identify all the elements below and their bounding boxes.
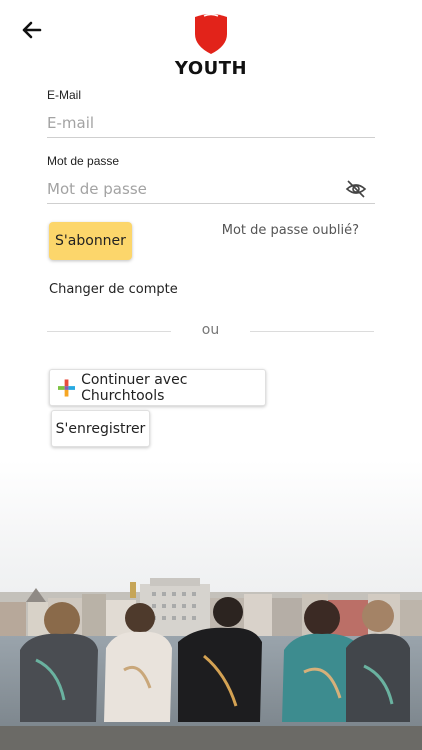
or-divider: ou [47, 322, 374, 340]
divider-line-right [250, 331, 374, 332]
brand-name: YOUTH [174, 58, 248, 79]
or-label: ou [201, 322, 220, 338]
churchtools-login-button[interactable]: Continuer avec Churchtools [49, 369, 266, 406]
password-field: Mot de passe [47, 154, 375, 204]
email-input[interactable] [47, 113, 375, 132]
switch-account-link[interactable]: Changer de compte [49, 282, 178, 297]
app-logo: YOUTH [0, 12, 422, 79]
email-field: E-Mail [47, 88, 375, 138]
password-input[interactable] [47, 179, 375, 198]
hero-photo [0, 460, 422, 750]
email-label: E-Mail [47, 88, 82, 102]
quay-edge [0, 726, 422, 750]
shield-icon [195, 13, 227, 54]
subscribe-button[interactable]: S'abonner [49, 222, 132, 260]
forgot-password-link[interactable]: Mot de passe oublié? [222, 223, 359, 238]
churchtools-logo-icon [58, 378, 76, 397]
churchtools-button-label: Continuer avec Churchtools [81, 371, 188, 404]
password-label: Mot de passe [47, 154, 120, 168]
register-button[interactable]: S'enregistrer [51, 410, 150, 447]
eye-off-icon[interactable] [345, 179, 367, 199]
